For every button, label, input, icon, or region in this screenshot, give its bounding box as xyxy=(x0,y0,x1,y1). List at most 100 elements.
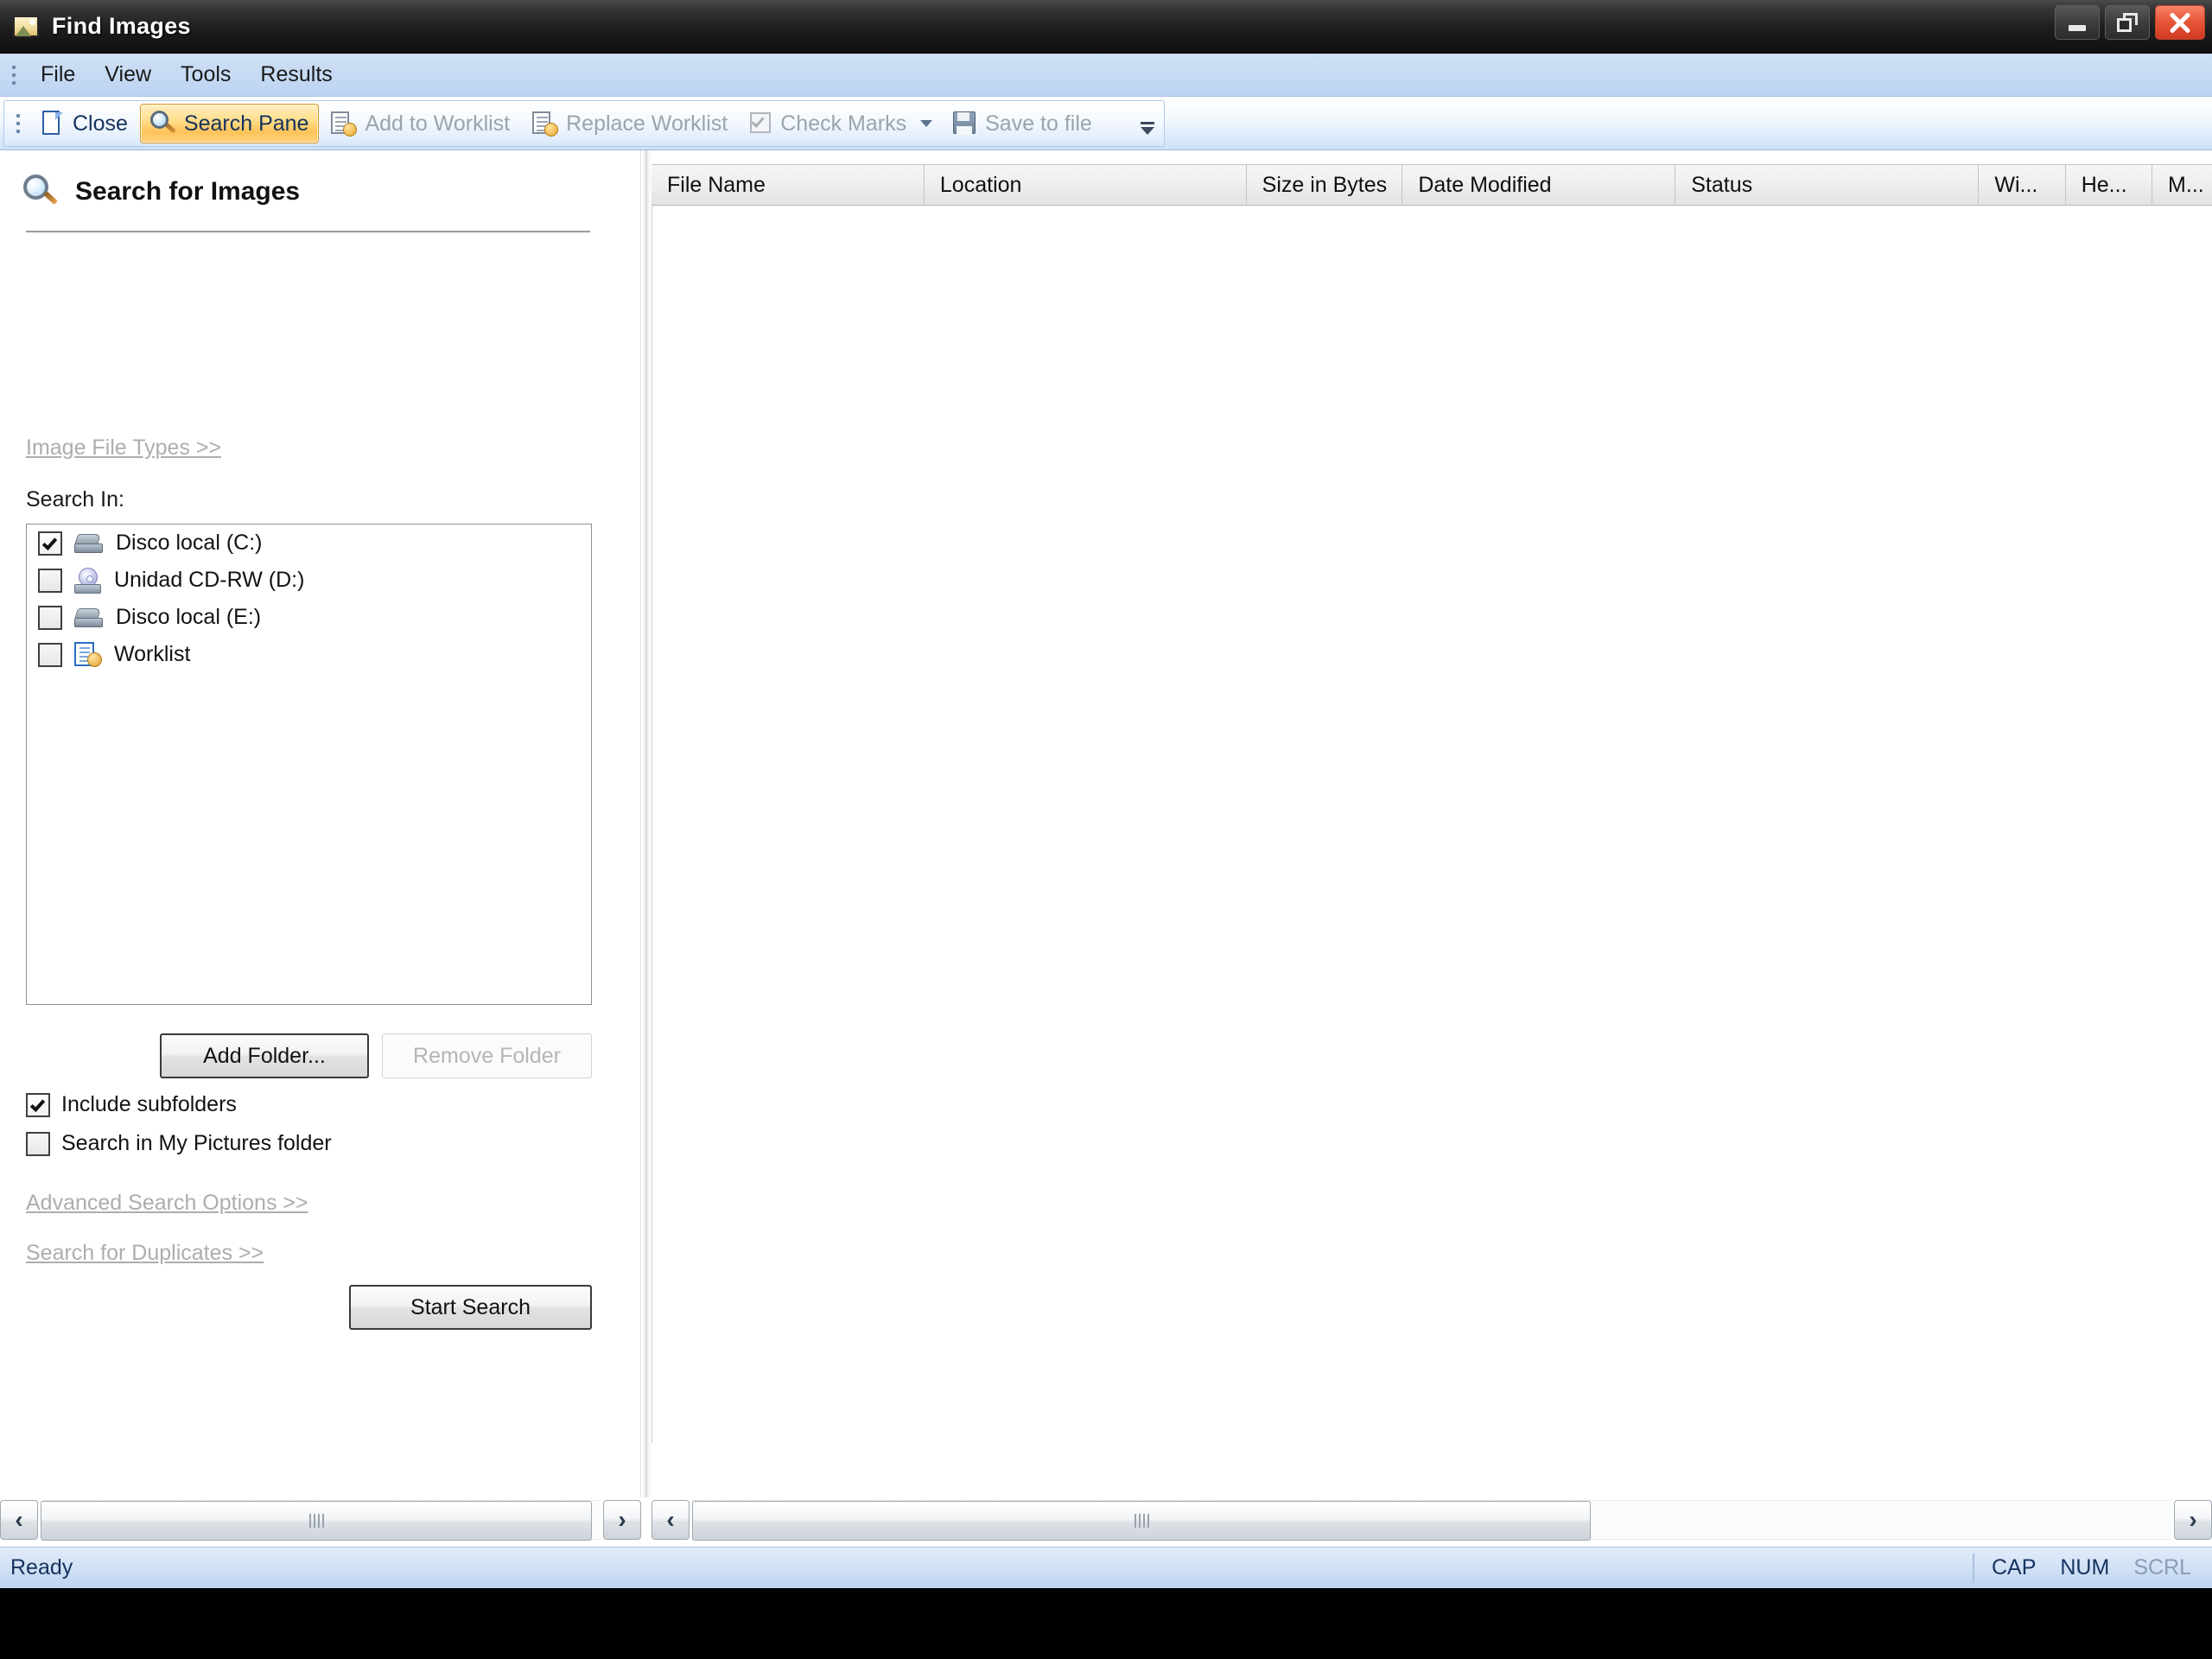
results-column-header: File Name Location Size in Bytes Date Mo… xyxy=(652,164,2212,206)
include-subfolders-label: Include subfolders xyxy=(61,1092,237,1116)
minimize-button[interactable] xyxy=(2055,5,2100,40)
results-hscrollbar[interactable]: ‹ › xyxy=(652,1497,2212,1542)
include-subfolders-row[interactable]: Include subfolders xyxy=(26,1092,237,1117)
advanced-search-options-link[interactable]: Advanced Search Options >> xyxy=(26,1191,308,1216)
toolbar-drag-grip[interactable] xyxy=(11,109,25,138)
menu-bar: File View Tools Results xyxy=(0,54,2212,97)
search-my-pictures-label: Search in My Pictures folder xyxy=(61,1131,332,1155)
pane-splitter[interactable] xyxy=(641,150,652,1497)
column-header-file-name[interactable]: File Name xyxy=(652,164,925,206)
drive-checkbox[interactable] xyxy=(38,531,62,556)
results-list-body[interactable] xyxy=(652,206,2212,1443)
search-in-listbox[interactable]: Disco local (C:) Unidad CD-RW (D:) Disco… xyxy=(26,524,592,1005)
page-title: Search for Images xyxy=(75,177,301,206)
menu-item-results[interactable]: Results xyxy=(245,60,346,90)
toolbar-button-replace-worklist-label: Replace Worklist xyxy=(566,111,728,136)
status-indicators: CAP NUM SCRL xyxy=(1967,1548,2203,1589)
search-pane-header: Search for Images xyxy=(23,175,300,209)
column-header-date-modified[interactable]: Date Modified xyxy=(1402,164,1676,206)
list-item[interactable]: Unidad CD-RW (D:) xyxy=(27,562,591,599)
picture-icon xyxy=(12,12,41,41)
toolbar-button-replace-worklist[interactable]: Replace Worklist xyxy=(522,104,738,143)
title-bar: Find Images xyxy=(0,0,2212,54)
toolbar-overflow-button[interactable] xyxy=(1136,106,1159,149)
toolbar-button-close[interactable]: Close xyxy=(32,104,138,143)
menu-item-view[interactable]: View xyxy=(90,60,166,90)
toolbar: Close Search Pane Add to Worklist Replac… xyxy=(0,97,2212,150)
scroll-track[interactable] xyxy=(692,1500,2171,1541)
client-area: Search for Images Image File Types >> Se… xyxy=(0,150,2212,1547)
status-badge-num: NUM xyxy=(2060,1555,2110,1580)
add-folder-button[interactable]: Add Folder... xyxy=(160,1033,369,1078)
minimize-icon xyxy=(2069,24,2086,31)
search-in-label: Search In: xyxy=(26,487,124,512)
column-header-location[interactable]: Location xyxy=(925,164,1247,206)
drive-label: Worklist xyxy=(114,642,191,666)
drive-label: Disco local (E:) xyxy=(116,605,262,629)
scroll-track[interactable] xyxy=(41,1500,601,1541)
scroll-right-button[interactable]: › xyxy=(2174,1500,2212,1540)
search-my-pictures-row[interactable]: Search in My Pictures folder xyxy=(26,1131,332,1156)
results-pane: File Name Location Size in Bytes Date Mo… xyxy=(652,150,2212,1497)
list-item[interactable]: Disco local (C:) xyxy=(27,524,591,562)
restore-button[interactable] xyxy=(2105,5,2150,40)
toolbar-button-add-to-worklist[interactable]: Add to Worklist xyxy=(321,104,520,143)
toolbar-button-search-pane[interactable]: Search Pane xyxy=(139,104,320,143)
application-window: Find Images File View Tools Results Clos… xyxy=(0,0,2212,1659)
start-search-button[interactable]: Start Search xyxy=(349,1285,592,1330)
toolbar-strip: Close Search Pane Add to Worklist Replac… xyxy=(3,100,1165,147)
restore-icon xyxy=(2117,13,2138,32)
include-subfolders-checkbox[interactable] xyxy=(26,1092,50,1117)
image-file-types-link[interactable]: Image File Types >> xyxy=(26,435,221,461)
magnifier-icon xyxy=(149,111,176,137)
menu-item-file[interactable]: File xyxy=(26,60,90,90)
window-controls xyxy=(2055,5,2205,40)
toolbar-button-check-marks[interactable]: Check Marks xyxy=(740,104,917,143)
column-header-height[interactable]: He... xyxy=(2066,164,2153,206)
list-item[interactable]: Disco local (E:) xyxy=(27,599,591,636)
remove-folder-button[interactable]: Remove Folder xyxy=(382,1033,592,1078)
desktop-background xyxy=(0,1588,2212,1659)
scroll-left-button[interactable]: ‹ xyxy=(652,1500,690,1540)
toolbar-button-check-marks-label: Check Marks xyxy=(780,111,907,136)
column-header-size-in-bytes[interactable]: Size in Bytes xyxy=(1247,164,1403,206)
toolbar-button-search-pane-label: Search Pane xyxy=(183,111,309,136)
worklist-add-icon xyxy=(331,111,358,137)
search-my-pictures-checkbox[interactable] xyxy=(26,1131,50,1156)
worklist-replace-icon xyxy=(532,111,559,137)
menu-drag-grip[interactable] xyxy=(7,60,21,90)
search-pane: Search for Images Image File Types >> Se… xyxy=(0,150,641,1497)
search-pane-hscrollbar[interactable]: ‹ › xyxy=(0,1497,641,1542)
list-item[interactable]: Worklist xyxy=(27,636,591,673)
drive-checkbox[interactable] xyxy=(38,605,62,630)
drive-checkbox[interactable] xyxy=(38,568,62,593)
scroll-left-button[interactable]: ‹ xyxy=(0,1500,38,1540)
status-message: Ready xyxy=(10,1555,73,1580)
column-header-status[interactable]: Status xyxy=(1675,164,1980,206)
scroll-thumb[interactable] xyxy=(692,1501,1591,1541)
header-divider xyxy=(26,231,590,232)
hard-disk-icon xyxy=(73,532,104,555)
scroll-right-button[interactable]: › xyxy=(603,1500,641,1540)
close-button[interactable] xyxy=(2155,5,2205,40)
cd-drive-icon xyxy=(74,567,102,594)
status-badge-scrl: SCRL xyxy=(2133,1555,2191,1580)
close-icon xyxy=(2167,10,2193,35)
status-badge-cap: CAP xyxy=(1991,1555,2037,1580)
toolbar-button-save-to-file-label: Save to file xyxy=(985,111,1092,136)
toolbar-button-save-to-file[interactable]: Save to file xyxy=(943,104,1103,143)
scroll-grip xyxy=(1134,1514,1149,1528)
toolbar-button-close-label: Close xyxy=(73,111,128,136)
search-for-duplicates-link[interactable]: Search for Duplicates >> xyxy=(26,1241,264,1266)
hard-disk-icon xyxy=(73,607,104,629)
column-header-more[interactable]: M... xyxy=(2152,164,2212,206)
drive-label: Disco local (C:) xyxy=(116,531,263,555)
column-header-width[interactable]: Wi... xyxy=(1979,164,2066,206)
magnifier-icon xyxy=(23,175,58,209)
window-title: Find Images xyxy=(52,13,191,39)
drive-checkbox[interactable] xyxy=(38,642,62,667)
check-marks-dropdown-caret-icon[interactable] xyxy=(920,120,933,127)
status-divider xyxy=(1972,1553,1974,1583)
scroll-thumb[interactable] xyxy=(41,1501,592,1541)
menu-item-tools[interactable]: Tools xyxy=(166,60,245,90)
